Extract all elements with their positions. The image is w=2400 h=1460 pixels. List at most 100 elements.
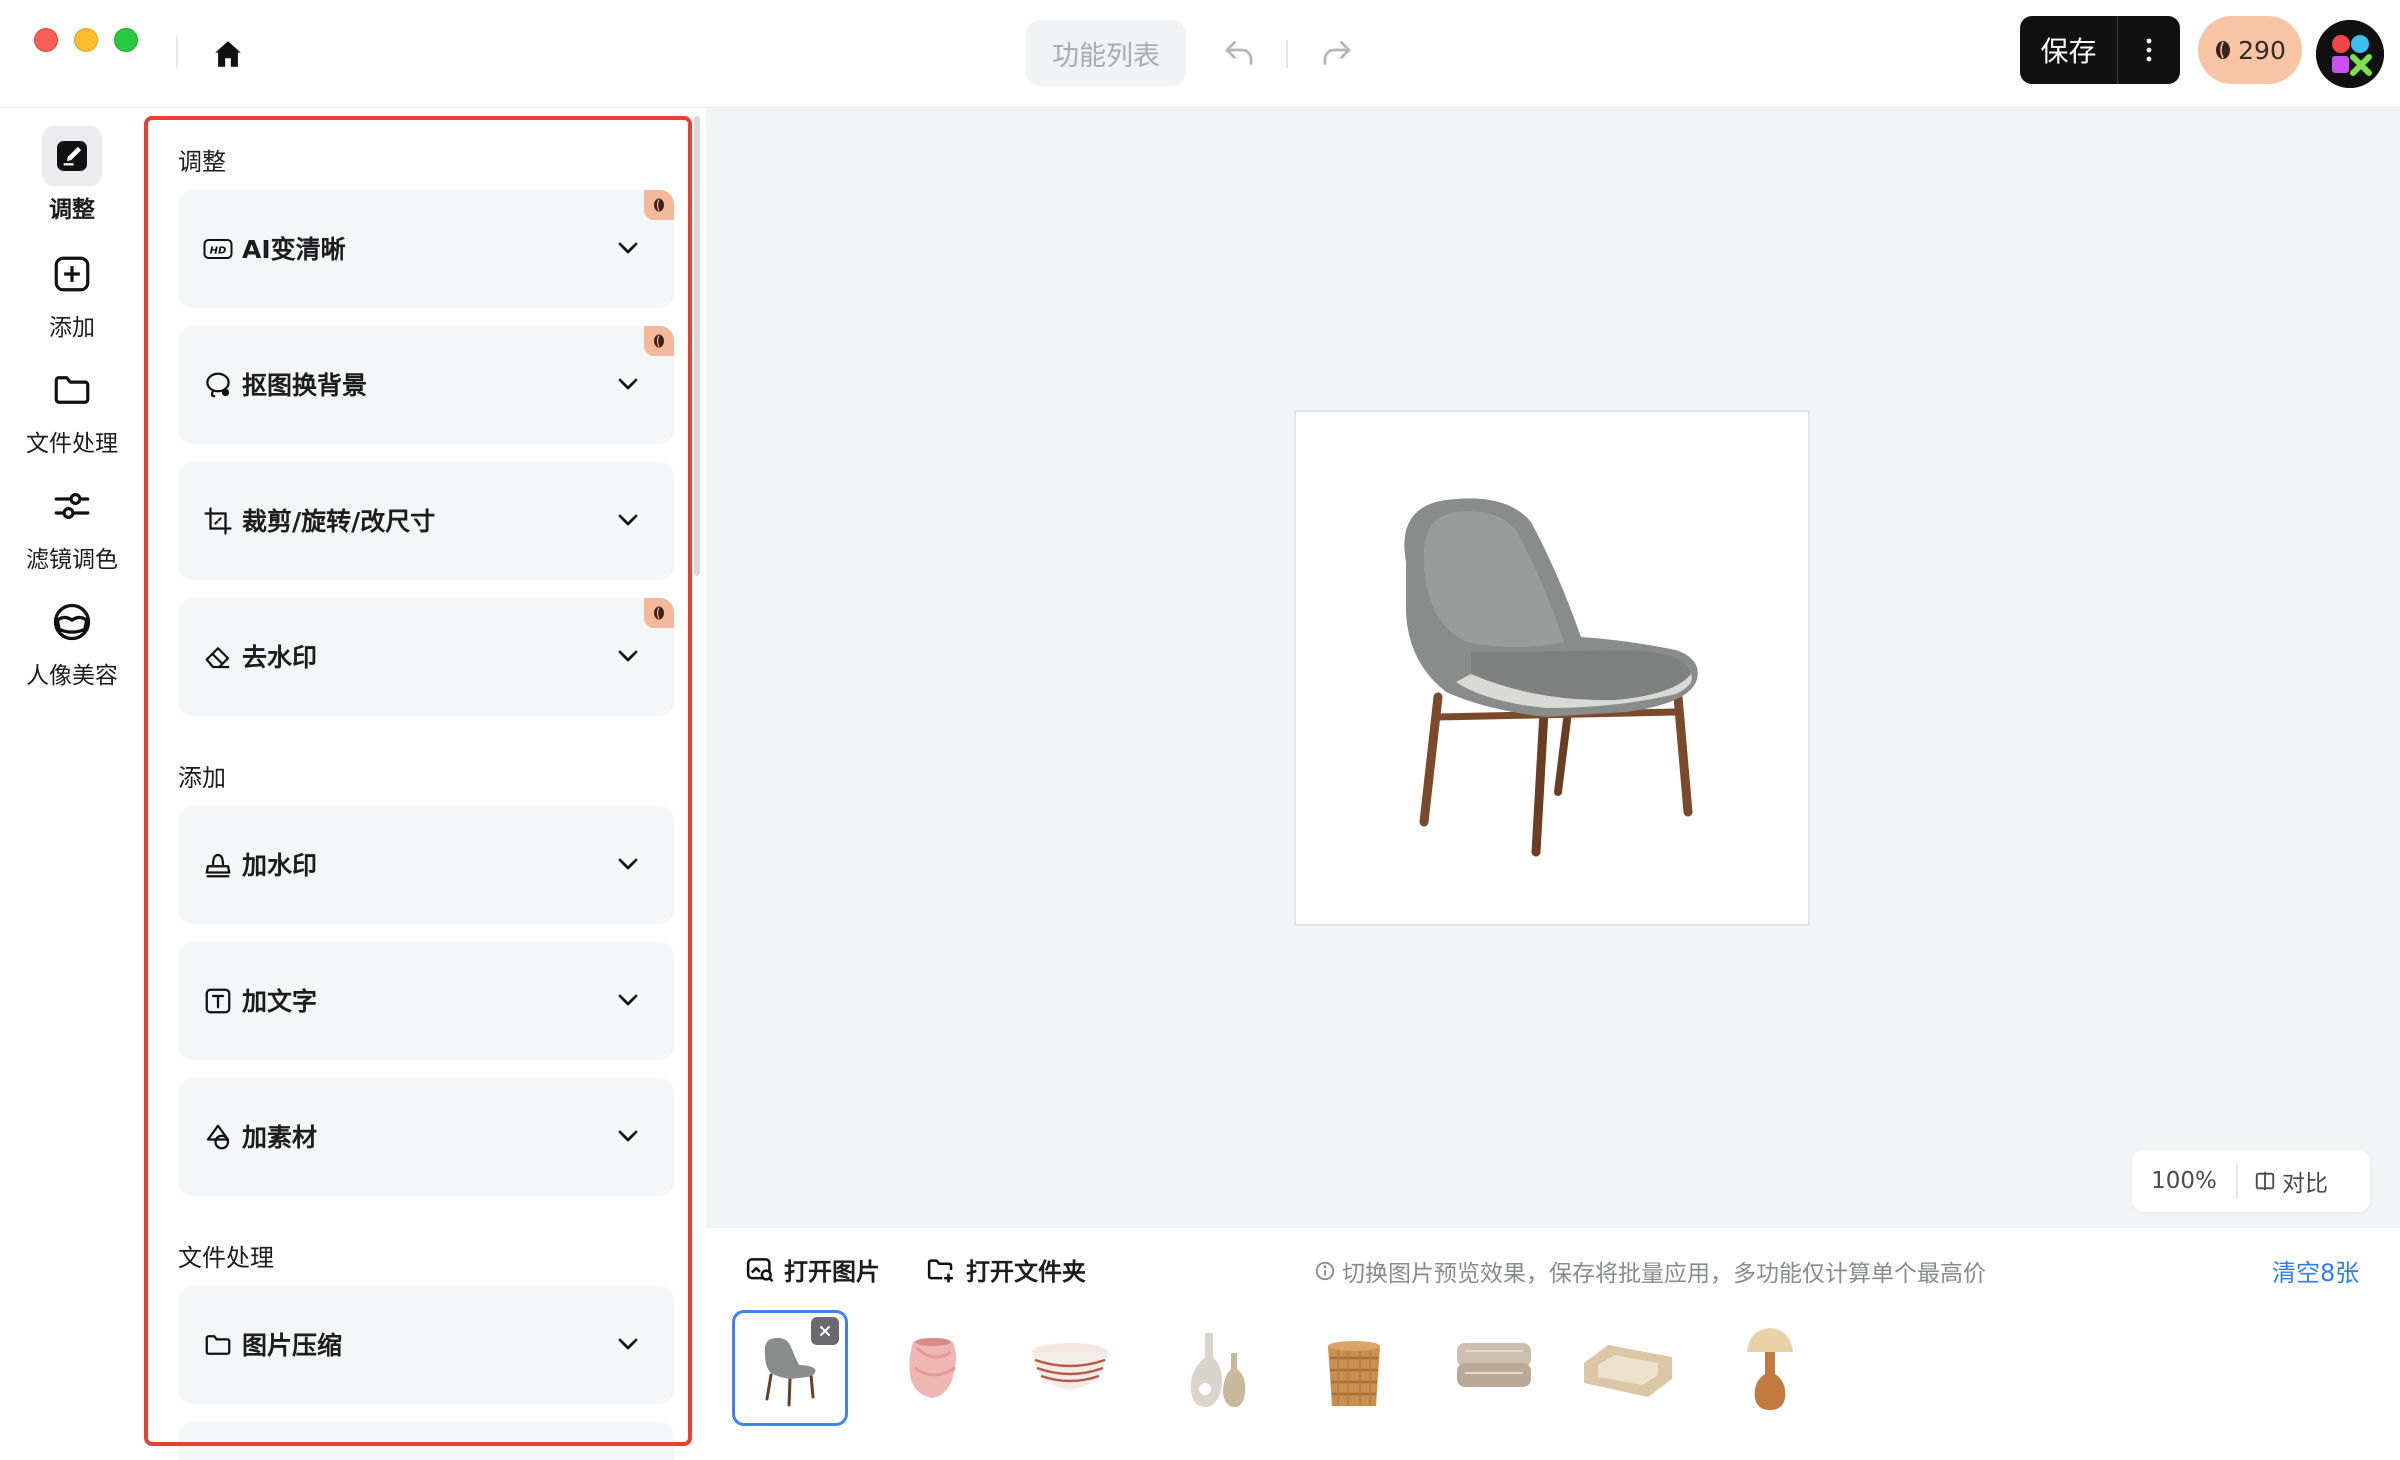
lasso-icon — [202, 369, 234, 401]
app-logo-avatar[interactable] — [2316, 20, 2384, 88]
logo-icon — [2316, 20, 2384, 88]
section-title-file-processing: 文件处理 — [178, 1244, 274, 1272]
edit-icon — [42, 126, 102, 186]
thumbnail-folded-blanket[interactable] — [1436, 1310, 1552, 1426]
divider — [176, 36, 178, 68]
folder-add-icon — [927, 1258, 953, 1282]
chevron-down-icon — [618, 650, 638, 662]
more-options-button[interactable] — [2118, 16, 2180, 84]
thumbnail-chair[interactable] — [732, 1310, 848, 1426]
tool-card-add-material[interactable]: 加素材 — [178, 1078, 674, 1196]
rail-item-add[interactable]: 添加 — [0, 244, 144, 344]
paid-badge — [644, 326, 674, 356]
face-mask-icon — [42, 592, 102, 652]
text-box-icon — [202, 985, 234, 1017]
card-label: 加素材 — [242, 1123, 318, 1152]
tool-card-add-watermark[interactable]: 加水印 — [178, 806, 674, 924]
redo-button[interactable] — [1314, 30, 1360, 76]
zoom-level[interactable]: 100% — [2132, 1164, 2238, 1198]
open-folder-label: 打开文件夹 — [966, 1258, 1086, 1286]
folder-icon — [42, 360, 102, 420]
tool-card-image-compress[interactable]: 图片压缩 — [178, 1286, 674, 1404]
title-bar: 功能列表 保存 290 — [0, 0, 2400, 108]
rail-label: 文件处理 — [26, 431, 118, 457]
bean-icon — [654, 334, 664, 348]
section-title-add: 添加 — [178, 764, 226, 792]
card-label: 抠图换背景 — [242, 371, 368, 400]
rail-item-portrait-beauty[interactable]: 人像美容 — [0, 592, 144, 692]
tool-card-cutout-background[interactable]: 抠图换背景 — [178, 326, 674, 444]
card-label: 加水印 — [242, 851, 318, 880]
hd-icon: HD — [202, 233, 234, 265]
panel-scrollbar[interactable] — [694, 116, 700, 576]
rail-label: 人像美容 — [26, 663, 118, 689]
striped-bowl-thumbnail — [1032, 1343, 1108, 1390]
eraser-icon — [202, 641, 234, 673]
save-button[interactable]: 保存 — [2020, 16, 2118, 84]
chevron-down-icon — [618, 858, 638, 870]
bean-icon — [2216, 41, 2231, 59]
zoom-window-button[interactable] — [114, 28, 138, 52]
compare-button[interactable]: 对比 — [2238, 1164, 2328, 1198]
chevron-down-icon — [618, 1338, 638, 1350]
chevron-down-icon — [618, 1130, 638, 1142]
chevron-down-icon — [618, 378, 638, 390]
tool-card-ai-enhance[interactable]: HD AI变清晰 — [178, 190, 674, 308]
open-image-label: 打开图片 — [784, 1258, 880, 1286]
zoom-compare-control: 100% 对比 — [2132, 1150, 2370, 1212]
home-icon — [215, 41, 241, 67]
white-vases-thumbnail — [1190, 1333, 1246, 1407]
pink-vase-thumbnail — [909, 1338, 956, 1398]
card-label: 裁剪/旋转/改尺寸 — [242, 507, 436, 536]
undo-icon — [1225, 41, 1253, 65]
clear-all-button[interactable]: 清空8张 — [2272, 1253, 2359, 1288]
close-icon — [820, 1326, 830, 1336]
folder-icon — [202, 1329, 234, 1361]
section-title-adjust: 调整 — [178, 148, 226, 176]
chevron-down-icon — [618, 242, 638, 254]
thumbnail-pink-vase[interactable] — [874, 1310, 990, 1426]
divider — [1286, 40, 1288, 68]
svg-text:HD: HD — [210, 246, 227, 257]
chair-image — [1404, 498, 1698, 857]
plus-square-icon — [42, 244, 102, 304]
tool-card-remove-watermark[interactable]: 去水印 — [178, 598, 674, 716]
folded-blanket-thumbnail — [1457, 1343, 1531, 1387]
wicker-basket-thumbnail — [1328, 1341, 1380, 1406]
bean-icon — [654, 606, 664, 620]
undo-button[interactable] — [1216, 30, 1262, 76]
minimize-window-button[interactable] — [74, 28, 98, 52]
image-search-icon — [746, 1257, 774, 1282]
shapes-icon — [202, 1121, 234, 1153]
thumbnail-pet-bed[interactable] — [1570, 1310, 1686, 1426]
thumbnail-wicker-basket[interactable] — [1296, 1310, 1412, 1426]
rail-item-adjust[interactable]: 调整 — [0, 126, 144, 226]
thumbnail-striped-bowl[interactable] — [1012, 1310, 1128, 1426]
paid-badge — [644, 190, 674, 220]
rail-item-file-processing[interactable]: 文件处理 — [0, 360, 144, 460]
card-label: 图片压缩 — [242, 1331, 343, 1360]
credits-badge[interactable]: 290 — [2198, 16, 2302, 84]
home-button[interactable] — [206, 34, 250, 74]
function-list-button[interactable]: 功能列表 — [1026, 20, 1186, 86]
card-label: AI变清晰 — [242, 235, 346, 264]
thumbnail-white-vases[interactable] — [1160, 1310, 1276, 1426]
crop-icon — [202, 505, 234, 537]
rail-label: 调整 — [49, 197, 95, 223]
remove-thumbnail-button[interactable] — [811, 1317, 839, 1345]
chevron-down-icon — [618, 514, 638, 526]
rail-item-filters[interactable]: 滤镜调色 — [0, 476, 144, 576]
tool-card-partial[interactable] — [178, 1422, 674, 1460]
save-button-group: 保存 — [2020, 16, 2180, 84]
thumbnail-table-lamp[interactable] — [1712, 1310, 1828, 1426]
open-folder-button[interactable]: 打开文件夹 — [924, 1252, 1086, 1287]
open-image-button[interactable]: 打开图片 — [744, 1252, 880, 1287]
preview-image[interactable] — [1294, 410, 1810, 926]
paid-badge — [644, 598, 674, 628]
tool-card-crop-rotate-resize[interactable]: 裁剪/旋转/改尺寸 — [178, 462, 674, 580]
compare-label: 对比 — [2282, 1171, 2328, 1197]
close-window-button[interactable] — [34, 28, 58, 52]
tool-card-add-text[interactable]: 加文字 — [178, 942, 674, 1060]
chevron-down-icon — [618, 994, 638, 1006]
batch-hint: 切换图片预览效果，保存将批量应用，多功能仅计算单个最高价 — [1314, 1254, 1986, 1288]
